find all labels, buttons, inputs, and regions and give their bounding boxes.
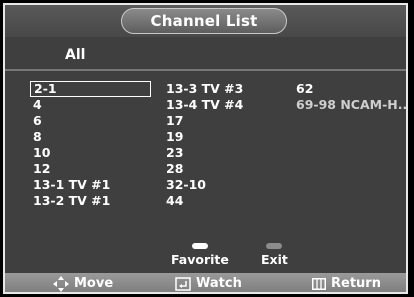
channel-item[interactable]: 23 — [163, 145, 243, 161]
channel-item[interactable]: 13-2 TV #1 — [30, 193, 151, 209]
channel-item[interactable]: 13-3 TV #3 — [163, 81, 243, 97]
return-label: Return — [331, 276, 381, 291]
enter-icon — [175, 276, 191, 291]
channel-item[interactable]: 19 — [163, 129, 243, 145]
gray-button-icon — [266, 243, 283, 249]
channel-item-selected[interactable]: 2-1 — [30, 81, 151, 97]
channel-item[interactable]: 4 — [30, 97, 151, 113]
favorite-label: Favorite — [171, 252, 229, 267]
channel-item[interactable]: 69-98 NCAM-H.. — [293, 97, 406, 113]
channel-item[interactable]: 28 — [163, 161, 243, 177]
channel-item[interactable]: 6 — [30, 113, 151, 129]
channel-item[interactable]: 17 — [163, 113, 243, 129]
menu-icon — [312, 277, 326, 290]
channel-column-1: 2-1 4 6 8 10 12 13-1 TV #1 13-2 TV #1 — [30, 81, 151, 209]
tab-all[interactable]: All — [65, 47, 85, 63]
exit-legend[interactable]: Exit — [261, 243, 288, 267]
favorite-legend[interactable]: Favorite — [171, 243, 229, 267]
white-button-icon — [191, 243, 208, 249]
dpad-arrows-icon — [53, 275, 69, 292]
channel-item[interactable]: 10 — [30, 145, 151, 161]
return-hint: Return — [312, 273, 381, 292]
watch-label: Watch — [196, 276, 242, 291]
color-button-legend: Favorite Exit — [5, 243, 406, 273]
move-hint: Move — [53, 273, 114, 292]
channel-column-2: 13-3 TV #3 13-4 TV #4 17 19 23 28 32-10 … — [163, 81, 243, 209]
move-label: Move — [74, 276, 114, 291]
channel-item[interactable]: 13-1 TV #1 — [30, 177, 151, 193]
exit-label: Exit — [261, 252, 288, 267]
watch-hint: Watch — [175, 273, 242, 292]
channel-item[interactable]: 8 — [30, 129, 151, 145]
channel-list-panel: Channel List All 2-1 4 6 8 10 12 13-1 TV… — [3, 3, 408, 294]
channel-item[interactable]: 62 — [293, 81, 406, 97]
channel-item[interactable]: 13-4 TV #4 — [163, 97, 243, 113]
help-bar: Move Watch Return — [5, 273, 406, 292]
page-title: Channel List — [121, 8, 287, 34]
channel-item[interactable]: 44 — [163, 193, 243, 209]
channel-grid: 2-1 4 6 8 10 12 13-1 TV #1 13-2 TV #1 13… — [5, 81, 406, 241]
channel-column-3: 62 69-98 NCAM-H.. — [293, 81, 406, 113]
channel-item[interactable]: 12 — [30, 161, 151, 177]
channel-item[interactable]: 32-10 — [163, 177, 243, 193]
tv-screen: Channel List All 2-1 4 6 8 10 12 13-1 TV… — [0, 0, 414, 297]
tab-divider — [5, 69, 406, 71]
